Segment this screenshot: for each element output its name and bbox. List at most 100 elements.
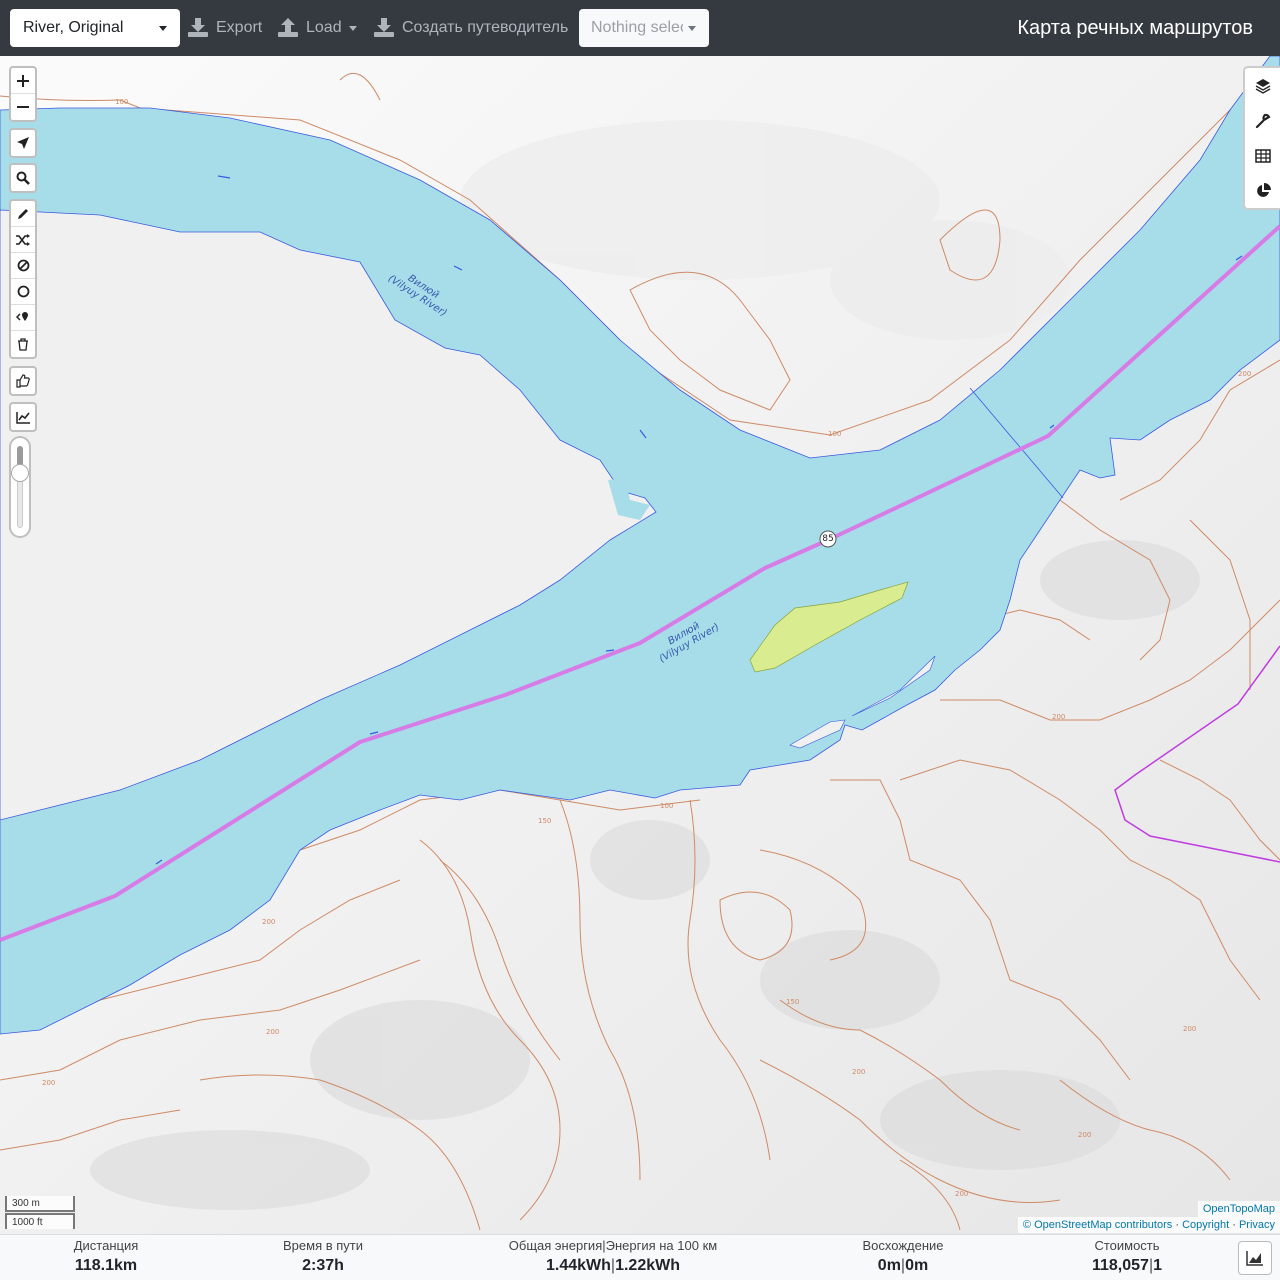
osm-contributors-link[interactable]: © OpenStreetMap contributors: [1023, 1219, 1172, 1231]
stat-cost-value: 118,057: [1091, 1257, 1149, 1274]
reverse-route-button[interactable]: [11, 227, 35, 253]
top-navbar: River, Original Export Load Создать путе…: [0, 0, 1280, 56]
profile-select[interactable]: River, Original: [10, 9, 180, 47]
table-icon: [1254, 148, 1271, 163]
stat-energy-per100: 1.22: [615, 1257, 647, 1274]
stat-ascent-up: 0: [877, 1257, 887, 1274]
svg-text:200: 200: [1078, 1131, 1091, 1139]
load-button[interactable]: Load: [278, 9, 360, 47]
analysis-button[interactable]: [1245, 173, 1280, 208]
pie-chart-icon: [1256, 182, 1271, 197]
poi-button[interactable]: [11, 305, 35, 331]
slider-handle[interactable]: [11, 464, 29, 482]
search-button[interactable]: [11, 165, 35, 191]
settings-button[interactable]: [1245, 103, 1280, 138]
elevation-toggle-button[interactable]: [11, 404, 35, 430]
stat-distance-value: 118.1: [74, 1257, 115, 1274]
poi-marker-icon: [16, 312, 28, 321]
stat-ascent-up-unit: m: [886, 1257, 901, 1274]
stat-cost-label: Стоимость: [1094, 1238, 1160, 1253]
profile-select-value: River, Original: [23, 19, 124, 36]
locate-control: [9, 128, 37, 158]
opacity-slider[interactable]: [9, 436, 31, 538]
chevron-down-icon: [349, 26, 357, 31]
attribution: © OpenStreetMap contributors · Copyright…: [1017, 1217, 1280, 1233]
route-select[interactable]: Nothing selected: [579, 9, 709, 47]
zoom-control: [9, 66, 37, 122]
svg-text:200: 200: [1052, 713, 1065, 721]
svg-text:100: 100: [828, 430, 841, 438]
delete-route-button[interactable]: [11, 331, 35, 357]
draw-route-button[interactable]: [11, 201, 35, 227]
stat-energy-total: 1.44: [546, 1257, 578, 1274]
pencil-icon: [17, 209, 28, 219]
topo-map: 100100100 100100100 100100150 200150200 …: [0, 56, 1280, 1234]
locate-button[interactable]: [11, 130, 35, 156]
table-button[interactable]: [1245, 138, 1280, 173]
svg-text:200: 200: [1238, 370, 1251, 378]
create-guide-button[interactable]: Создать путеводитель: [374, 9, 572, 47]
plus-icon: [17, 74, 29, 87]
stat-ascent-down-unit: m: [913, 1257, 929, 1274]
circle-icon: [17, 285, 29, 298]
route-marker-label: 85: [822, 534, 834, 544]
trash-icon: [18, 337, 28, 351]
elevation-control: [9, 402, 37, 432]
location-arrow-icon: [17, 137, 29, 149]
area-chart-icon: [1246, 1251, 1263, 1266]
opentopomap-link[interactable]: OpenTopoMap: [1203, 1203, 1275, 1215]
ban-icon: [17, 259, 29, 272]
svg-text:200: 200: [852, 1068, 865, 1076]
circle-area-button[interactable]: [11, 279, 35, 305]
upload-icon: [278, 18, 298, 37]
stat-cost-count: 1: [1153, 1257, 1162, 1274]
thumbs-up-icon: [16, 374, 30, 388]
draw-toolbar: [9, 199, 37, 359]
minus-icon: [17, 106, 29, 108]
stat-time-label: Время в пути: [283, 1238, 363, 1253]
chevron-down-icon: [159, 26, 167, 31]
search-icon: [16, 171, 30, 185]
svg-text:100: 100: [115, 98, 128, 106]
create-guide-label: Создать путеводитель: [402, 19, 569, 36]
route-select-placeholder: Nothing selected: [591, 19, 683, 36]
app-title: Карта речных маршрутов: [1017, 17, 1253, 39]
map-canvas[interactable]: 100100100 100100100 100100150 200150200 …: [0, 56, 1280, 1234]
stat-energy-total-unit: kWh: [577, 1257, 611, 1274]
stat-energy-label: Общая энергия|Энергия на 100 км: [508, 1238, 718, 1253]
svg-text:200: 200: [955, 1190, 968, 1198]
scale-metric: 300 m: [5, 1196, 75, 1212]
copyright-link[interactable]: Copyright: [1182, 1219, 1229, 1231]
elevation-chart-button[interactable]: [1238, 1241, 1272, 1275]
chevron-down-icon: [688, 26, 696, 31]
stat-ascent-down: 0: [905, 1257, 914, 1274]
zoom-out-button[interactable]: [11, 94, 35, 120]
zoom-in-button[interactable]: [11, 68, 35, 94]
stat-time-value: 2:37: [302, 1257, 335, 1274]
stat-energy: Общая энергия|Энергия на 100 км 1.44kWh|…: [493, 1235, 733, 1277]
layers-button[interactable]: [1245, 68, 1280, 103]
privacy-link[interactable]: Privacy: [1239, 1219, 1275, 1231]
svg-text:200: 200: [262, 918, 275, 926]
download-icon: [374, 18, 394, 37]
right-toolbar: [1243, 66, 1280, 210]
route-stats-bar: Дистанция 118.1km Время в пути 2:37h Общ…: [0, 1234, 1280, 1280]
svg-text:200: 200: [42, 1079, 55, 1087]
svg-text:150: 150: [538, 817, 551, 825]
load-label: Load: [306, 19, 342, 36]
layers-icon: [1255, 78, 1270, 94]
scale-imperial: 1000 ft: [5, 1213, 75, 1229]
export-button[interactable]: Export: [188, 9, 264, 47]
download-icon: [188, 18, 208, 37]
stat-distance-unit: km: [114, 1257, 138, 1274]
line-chart-icon: [15, 411, 30, 424]
svg-text:200: 200: [1183, 1025, 1196, 1033]
stat-distance-label: Дистанция: [73, 1238, 139, 1253]
stat-time: Время в пути 2:37h: [263, 1235, 383, 1277]
stat-ascent-label: Восхождение: [862, 1238, 944, 1253]
vote-button[interactable]: [11, 368, 35, 394]
no-go-area-button[interactable]: [11, 253, 35, 279]
stat-ascent: Восхождение 0m|0m: [843, 1235, 963, 1277]
attribution-topo: OpenTopoMap: [1197, 1201, 1280, 1217]
attrib-separator: ·: [1232, 1219, 1239, 1231]
